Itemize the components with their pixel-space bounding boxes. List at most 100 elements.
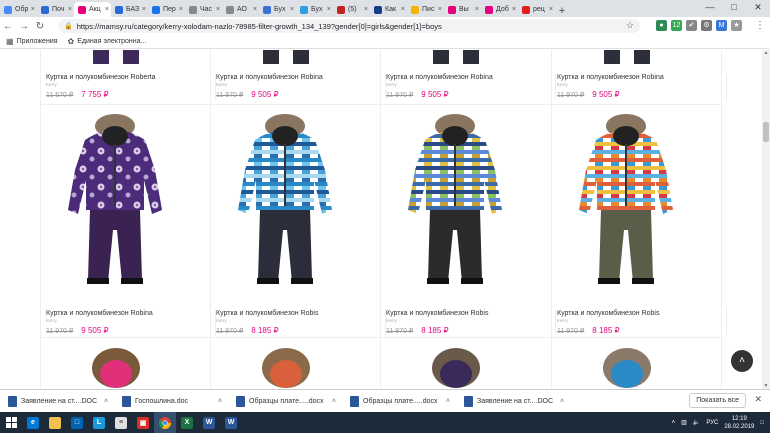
product-image[interactable] (571, 110, 681, 300)
product-title[interactable]: Куртка и полукомбинезон Robis (216, 310, 385, 317)
menu-icon[interactable]: ⋮ (752, 20, 768, 31)
extension-icon[interactable]: ★ (731, 20, 742, 31)
close-tab-icon[interactable]: × (290, 6, 294, 13)
browser-tab[interactable]: Как × (370, 2, 407, 17)
close-downloads-icon[interactable]: ✕ (754, 394, 762, 405)
maximize-icon[interactable]: □ (722, 0, 746, 17)
close-tab-icon[interactable]: × (512, 6, 516, 13)
language-indicator[interactable]: РУС (706, 420, 718, 426)
product-image[interactable] (60, 110, 170, 300)
bookmark-star-icon[interactable]: ☆ (626, 20, 634, 31)
close-tab-icon[interactable]: × (549, 6, 553, 13)
clock[interactable]: 12:19 28.02.2019 (724, 415, 754, 431)
chevron-up-icon[interactable]: ˄ (446, 398, 450, 405)
browser-tab[interactable]: БАЗ × (111, 2, 148, 17)
product-image[interactable] (400, 110, 510, 300)
product-card[interactable]: Куртка и полукомбинезон Roberta Kerry 11 5… (46, 74, 216, 99)
scroll-to-top-button[interactable]: ˄ (731, 350, 753, 372)
product-image[interactable] (431, 50, 481, 64)
browser-tab[interactable]: рец × (518, 2, 555, 17)
browser-tab[interactable]: Поч × (37, 2, 74, 17)
product-title[interactable]: Куртка и полукомбинезон Robis (557, 310, 726, 317)
download-item[interactable]: Заявление на ст....DOC ˄ (0, 390, 114, 413)
address-bar[interactable]: 🔒 https://mamsy.ru/category/kerry-xoloda… (58, 19, 640, 33)
browser-tab[interactable]: Обр × (0, 2, 37, 17)
word-icon[interactable]: W (198, 412, 220, 433)
edge-icon[interactable]: e (22, 412, 44, 433)
reload-icon[interactable]: ↻ (32, 21, 48, 32)
browser-tab[interactable]: Час × (185, 2, 222, 17)
chrome-icon[interactable] (154, 412, 176, 433)
volume-icon[interactable]: 🔈 (693, 419, 700, 426)
browser-tab[interactable]: Бух × (296, 2, 333, 17)
product-card[interactable]: Куртка и полукомбинезон Robina Kerry 11 97… (216, 74, 386, 99)
browser-tab[interactable]: АО × (222, 2, 259, 17)
product-image[interactable] (230, 110, 340, 300)
close-tab-icon[interactable]: × (179, 6, 183, 13)
browser-tab[interactable]: Пис × (407, 2, 444, 17)
page-scrollbar[interactable]: ▲ ▼ (762, 50, 770, 389)
product-title[interactable]: Куртка и полукомбинезон Robina (557, 74, 726, 81)
extension-icon[interactable]: M (716, 20, 727, 31)
chevron-up-icon[interactable]: ˄ (104, 398, 108, 405)
product-image[interactable] (256, 346, 316, 389)
product-card[interactable]: Куртка и полукомбинезон Robis Kerry 11 970… (216, 310, 386, 335)
bookmark-apps[interactable]: ▦ Приложения (6, 37, 58, 46)
browser-tab[interactable]: Бух × (259, 2, 296, 17)
product-image[interactable] (426, 346, 486, 389)
product-card[interactable]: Куртка и полукомбинезон Robina Kerry 11 97… (46, 310, 216, 335)
browser-tab[interactable]: Вы × (444, 2, 481, 17)
product-title[interactable]: Куртка и полукомбинезон Robina (386, 74, 555, 81)
close-tab-icon[interactable]: × (105, 6, 109, 13)
scroll-up-icon[interactable]: ▲ (762, 50, 770, 56)
close-window-icon[interactable]: ✕ (746, 0, 770, 17)
chevron-up-icon[interactable]: ˄ (560, 398, 564, 405)
browser-tab[interactable]: Пер × (148, 2, 185, 17)
close-tab-icon[interactable]: × (31, 6, 35, 13)
show-all-downloads-button[interactable]: Показать все (689, 393, 746, 408)
browser-tab[interactable]: (5) × (333, 2, 370, 17)
close-tab-icon[interactable]: × (68, 6, 72, 13)
product-card[interactable]: Куртка и полукомбинезон Robis Kerry 11 970… (386, 310, 556, 335)
close-tab-icon[interactable]: × (327, 6, 331, 13)
close-tab-icon[interactable]: × (475, 6, 479, 13)
excel-icon[interactable]: X (176, 412, 198, 433)
close-tab-icon[interactable]: × (364, 6, 368, 13)
back-icon[interactable]: ← (0, 21, 16, 32)
app-red-icon[interactable]: ▣ (132, 412, 154, 433)
product-image[interactable] (597, 346, 657, 389)
close-tab-icon[interactable]: × (438, 6, 442, 13)
close-tab-icon[interactable]: × (253, 6, 257, 13)
close-tab-icon[interactable]: × (216, 6, 220, 13)
product-image[interactable] (602, 50, 652, 64)
store-icon[interactable]: □ (66, 412, 88, 433)
product-card[interactable]: Куртка и полукомбинезон Robina Kerry 11 97… (557, 74, 727, 99)
product-title[interactable]: Куртка и полукомбинезон Robis (386, 310, 555, 317)
word-doc-icon[interactable]: W (220, 412, 242, 433)
product-title[interactable]: Куртка и полукомбинезон Robina (46, 310, 215, 317)
chevron-up-icon[interactable]: ˄ (332, 398, 336, 405)
product-card[interactable]: Куртка и полукомбинезон Robina Kerry 11 97… (386, 74, 556, 99)
download-item[interactable]: Образцы плате.....docx ˄ (228, 390, 342, 413)
windows-start-icon[interactable] (0, 412, 22, 433)
product-title[interactable]: Куртка и полукомбинезон Robina (216, 74, 385, 81)
close-tab-icon[interactable]: × (401, 6, 405, 13)
forward-icon[interactable]: → (16, 21, 32, 32)
product-image[interactable] (86, 346, 146, 389)
new-tab-icon[interactable]: + (555, 5, 569, 17)
network-icon[interactable]: ▥ (681, 419, 687, 426)
scrollbar-thumb[interactable] (763, 122, 769, 142)
explorer-icon[interactable] (44, 412, 66, 433)
tray-arrow-icon[interactable]: ˄ (672, 420, 676, 426)
extension-icon[interactable]: ● (656, 20, 667, 31)
app-l-icon[interactable]: L (88, 412, 110, 433)
product-image[interactable] (91, 50, 141, 64)
extension-icon[interactable]: 12 (671, 20, 682, 31)
download-item[interactable]: Образцы плате.....docx ˄ (342, 390, 456, 413)
chevron-up-icon[interactable]: ˄ (218, 398, 222, 405)
download-item[interactable]: Госпошлина.doc ˄ (114, 390, 228, 413)
browser-tab[interactable]: Акц × (74, 2, 111, 17)
extension-icon[interactable]: ✔ (686, 20, 697, 31)
notepad-icon[interactable]: ≡ (110, 412, 132, 433)
extension-icon[interactable]: ⚙ (701, 20, 712, 31)
